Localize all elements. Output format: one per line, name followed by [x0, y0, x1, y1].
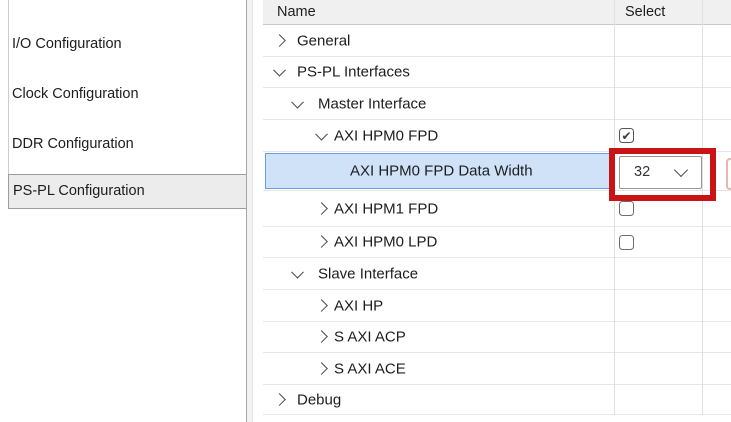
chevron-down-icon[interactable]	[273, 64, 286, 77]
data-width-dropdown[interactable]: 32	[619, 156, 702, 189]
select-cell: ✔	[614, 120, 702, 151]
column-header-name: Name	[277, 0, 316, 24]
chevron-right-icon[interactable]	[273, 34, 286, 47]
sidebar-item-ps-pl-configuration[interactable]: PS-PL Configuration	[8, 174, 247, 209]
chevron-right-icon[interactable]	[315, 299, 328, 312]
tree-row-label: AXI HPM0 LPD	[334, 234, 437, 251]
tree-row-axi-hpm0-fpd-data-width[interactable]: AXI HPM0 FPD Data Width 32	[263, 152, 731, 191]
sidebar-item-ddr-configuration[interactable]: DDR Configuration	[12, 136, 134, 153]
sidebar-item-label: Clock Configuration	[12, 86, 139, 102]
chevron-down-icon[interactable]	[291, 265, 304, 278]
tree-row-label: Slave Interface	[318, 265, 418, 282]
clipped-element-right-edge	[726, 158, 731, 190]
column-header-select: Select	[625, 0, 665, 24]
ps-pl-configuration-screen: I/O Configuration Clock Configuration DDR …	[0, 0, 731, 422]
configuration-sidebar: I/O Configuration Clock Configuration DDR …	[0, 0, 246, 422]
sidebar-left-border	[8, 0, 9, 174]
column-divider	[614, 0, 615, 415]
chevron-right-icon[interactable]	[315, 330, 328, 343]
tree-row-label: Debug	[297, 391, 341, 408]
sidebar-item-label: PS-PL Configuration	[13, 183, 145, 199]
tree-row-label: AXI HPM0 FPD Data Width	[350, 163, 533, 180]
ps-pl-interface-tree-table: Name Select General PS-PL Interfaces Maste…	[263, 0, 731, 422]
tree-row-s-axi-acp[interactable]: S AXI ACP	[263, 322, 731, 353]
chevron-down-icon	[674, 163, 688, 177]
tree-row-axi-hpm0-lpd[interactable]: AXI HPM0 LPD	[263, 227, 731, 258]
tree-row-label: S AXI ACP	[334, 329, 406, 346]
chevron-right-icon[interactable]	[315, 202, 328, 215]
tree-row-slave-interface[interactable]: Slave Interface	[263, 258, 731, 290]
tree-row-axi-hpm1-fpd[interactable]: AXI HPM1 FPD	[263, 191, 731, 227]
tree-row-label: Master Interface	[318, 95, 426, 112]
tree-row-ps-pl-interfaces[interactable]: PS-PL Interfaces	[263, 57, 731, 88]
sidebar-item-label: I/O Configuration	[12, 36, 122, 52]
tree-row-master-interface[interactable]: Master Interface	[263, 88, 731, 120]
tree-row-label: AXI HP	[334, 297, 383, 314]
checkbox-unchecked[interactable]	[619, 201, 634, 216]
tree-row-label: General	[297, 32, 350, 49]
select-cell: 32	[614, 152, 702, 190]
tree-row-label: AXI HPM1 FPD	[334, 200, 438, 217]
column-divider	[702, 0, 703, 415]
sidebar-item-clock-configuration[interactable]: Clock Configuration	[12, 86, 139, 103]
tree-row-label: S AXI ACE	[334, 360, 406, 377]
checkbox-checked[interactable]: ✔	[619, 128, 634, 143]
tree-row-label: PS-PL Interfaces	[297, 64, 410, 81]
tree-row-label: AXI HPM0 FPD	[334, 127, 438, 144]
chevron-down-icon[interactable]	[291, 95, 304, 108]
chevron-right-icon[interactable]	[315, 235, 328, 248]
tree-row-debug[interactable]: Debug	[263, 385, 731, 415]
sidebar-item-label: DDR Configuration	[12, 136, 134, 152]
chevron-right-icon[interactable]	[315, 362, 328, 375]
select-cell	[614, 191, 702, 226]
tree-row-s-axi-ace[interactable]: S AXI ACE	[263, 353, 731, 385]
tree-row-general[interactable]: General	[263, 25, 731, 57]
sidebar-item-i-o-configuration[interactable]: I/O Configuration	[12, 36, 122, 53]
chevron-right-icon[interactable]	[273, 393, 286, 406]
panel-splitter[interactable]	[246, 0, 253, 422]
table-header: Name Select	[263, 0, 731, 25]
checkbox-unchecked[interactable]	[619, 235, 634, 250]
checkmark-icon: ✔	[621, 129, 631, 143]
dropdown-selected-value: 32	[634, 164, 650, 180]
select-cell	[614, 227, 702, 257]
tree-row-axi-hpm0-fpd[interactable]: AXI HPM0 FPD ✔	[263, 120, 731, 152]
chevron-down-icon[interactable]	[315, 127, 328, 140]
tree-row-axi-hp[interactable]: AXI HP	[263, 290, 731, 322]
